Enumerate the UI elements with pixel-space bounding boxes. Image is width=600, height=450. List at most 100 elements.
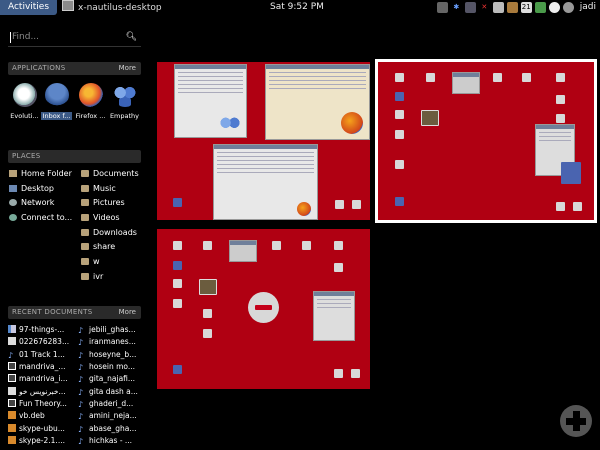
place-music[interactable]: Music bbox=[81, 184, 116, 194]
search-input[interactable] bbox=[8, 29, 122, 45]
evolution-icon bbox=[12, 83, 37, 107]
image-icon bbox=[421, 110, 439, 126]
user-status-icon[interactable] bbox=[562, 2, 574, 13]
recent-doc[interactable]: Fun Theory... bbox=[8, 399, 74, 409]
recent-doc[interactable]: mandriva_... bbox=[8, 362, 74, 372]
music-icon: ♪ bbox=[78, 375, 84, 384]
recent-doc-label: hosein mo... bbox=[89, 362, 135, 371]
system-tray: ✱ ✕ 21 jadi bbox=[436, 0, 596, 15]
recent-doc[interactable]: vb.deb bbox=[8, 411, 74, 421]
music-icon: ♪ bbox=[78, 425, 84, 434]
place-label: Documents bbox=[93, 169, 139, 178]
window-thumbnail[interactable] bbox=[229, 240, 257, 262]
place-downloads[interactable]: Downloads bbox=[81, 228, 137, 238]
workspace-thumbnail-2[interactable] bbox=[375, 59, 597, 223]
app-label: Evoluti... bbox=[10, 112, 39, 120]
search-icon: 🔍︎ bbox=[125, 32, 137, 42]
music-icon: ♪ bbox=[78, 338, 84, 347]
applications-header: APPLICATIONS More bbox=[8, 62, 141, 75]
recent-doc-label: Fun Theory... bbox=[19, 399, 67, 408]
recent-doc-label: jebili_ghas... bbox=[89, 325, 136, 334]
window-thumbnail[interactable] bbox=[313, 291, 355, 341]
music-icon: ♪ bbox=[78, 388, 84, 397]
places-title: PLACES bbox=[12, 152, 41, 160]
empathy-icon[interactable] bbox=[548, 2, 560, 13]
network-icon[interactable] bbox=[464, 2, 476, 13]
folder-icon bbox=[81, 185, 89, 192]
place-pictures[interactable]: Pictures bbox=[81, 198, 125, 208]
file-icon bbox=[395, 73, 404, 82]
recent-more-button[interactable]: More bbox=[119, 306, 136, 319]
app-firefox[interactable]: Firefox ... bbox=[75, 83, 106, 120]
image-icon bbox=[199, 279, 217, 295]
calendar-icon[interactable]: 21 bbox=[520, 2, 532, 13]
place-home-folder[interactable]: Home Folder bbox=[9, 169, 72, 179]
folder-icon bbox=[81, 243, 89, 250]
place-label: share bbox=[93, 242, 116, 251]
file-icon bbox=[302, 241, 311, 250]
place-network[interactable]: Network bbox=[9, 198, 54, 208]
app-evolution[interactable]: Evoluti... bbox=[9, 83, 40, 120]
recent-doc[interactable]: 022676283... bbox=[8, 337, 74, 347]
monitor-icon[interactable] bbox=[436, 2, 448, 13]
window-thumbnail[interactable] bbox=[452, 72, 480, 94]
app-thunderbird[interactable]: Inbox f... bbox=[41, 83, 72, 120]
recent-doc[interactable]: ♪ abase_gha... bbox=[78, 424, 144, 434]
place-desktop[interactable]: Desktop bbox=[9, 184, 54, 194]
recent-doc-label: abase_gha... bbox=[89, 424, 137, 433]
desktop-icon bbox=[9, 185, 17, 192]
activities-button[interactable]: Activities bbox=[0, 0, 57, 15]
recent-doc[interactable]: ♪ ghaderi_d... bbox=[78, 399, 144, 409]
place-videos[interactable]: Videos bbox=[81, 213, 120, 223]
recent-doc[interactable]: ♪ gita_najafi... bbox=[78, 374, 144, 384]
remove-workspace-icon[interactable] bbox=[248, 292, 279, 323]
folder-icon bbox=[81, 258, 89, 265]
recent-doc[interactable]: ♪ hosein mo... bbox=[78, 362, 144, 372]
recent-doc-label: خبرنویس خو... bbox=[19, 387, 66, 396]
update-icon[interactable] bbox=[506, 2, 518, 13]
recent-doc[interactable]: 97-things-... bbox=[8, 325, 74, 335]
file-icon bbox=[173, 261, 182, 270]
recent-doc[interactable]: ♪ hichkas - ... bbox=[78, 436, 144, 446]
recent-doc[interactable]: ♪ iranmanes... bbox=[78, 337, 144, 347]
recent-doc[interactable]: خبرنویس خو... bbox=[8, 387, 74, 397]
workspace-thumbnail-3[interactable] bbox=[157, 229, 370, 389]
place-label: Music bbox=[93, 184, 116, 193]
text-icon bbox=[8, 387, 16, 395]
place-share[interactable]: share bbox=[81, 242, 115, 252]
search-box: 🔍︎ bbox=[8, 29, 141, 47]
recent-doc-label: skype-2.1.... bbox=[19, 436, 65, 445]
firefox-icon bbox=[78, 83, 103, 107]
file-icon bbox=[335, 200, 344, 209]
add-workspace-icon[interactable] bbox=[560, 405, 592, 437]
recent-doc[interactable]: ♪ amini_neja... bbox=[78, 411, 144, 421]
bluetooth-icon[interactable]: ✱ bbox=[451, 2, 462, 13]
recent-doc[interactable]: ♪ gita dash a... bbox=[78, 387, 144, 397]
recent-doc[interactable]: ♪ jebili_ghas... bbox=[78, 325, 144, 335]
trash-icon bbox=[173, 365, 182, 374]
app-empathy[interactable]: Empathy bbox=[109, 83, 140, 120]
recent-doc-label: hoseyne_b... bbox=[89, 350, 137, 359]
file-icon bbox=[173, 241, 182, 250]
recent-doc[interactable]: mandriva_i... bbox=[8, 374, 74, 384]
pidgin-icon[interactable] bbox=[534, 2, 546, 13]
file-icon bbox=[351, 369, 360, 378]
volume-icon[interactable]: ✕ bbox=[479, 2, 490, 13]
place-documents[interactable]: Documents bbox=[81, 169, 139, 179]
applications-more-button[interactable]: More bbox=[119, 62, 136, 75]
place-w[interactable]: w bbox=[81, 257, 100, 267]
recent-doc[interactable]: ♪ hoseyne_b... bbox=[78, 350, 144, 360]
place-label: Pictures bbox=[93, 198, 125, 207]
place-connect-to-server[interactable]: Connect to... bbox=[9, 213, 72, 223]
workspace-thumbnail-1[interactable] bbox=[157, 62, 370, 220]
user-menu[interactable]: jadi bbox=[580, 0, 596, 15]
app-menu[interactable]: x-nautilus-desktop bbox=[62, 0, 162, 15]
recent-doc[interactable]: skype-ubu... bbox=[8, 424, 74, 434]
place-ivr[interactable]: ivr bbox=[81, 272, 103, 282]
recent-doc[interactable]: skype-2.1.... bbox=[8, 436, 74, 446]
minus-bar bbox=[255, 305, 272, 310]
recent-doc[interactable]: ♪ 01 Track 1... bbox=[8, 350, 74, 360]
battery-icon[interactable] bbox=[492, 2, 504, 13]
clock[interactable]: Sat 9:52 PM bbox=[270, 0, 324, 15]
recent-documents-title: RECENT DOCUMENTS bbox=[12, 308, 93, 316]
